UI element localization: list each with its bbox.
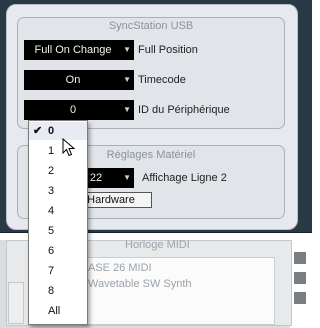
midi-device-item[interactable]: ASE 26 MIDI: [88, 262, 152, 274]
chevron-down-icon: ▼: [123, 173, 131, 182]
menu-item-2[interactable]: 2: [29, 162, 87, 180]
chevron-down-icon: ▼: [123, 45, 131, 54]
menu-item-8[interactable]: 8: [29, 282, 87, 300]
full-position-label: Full Position: [138, 44, 198, 56]
chevron-down-icon: ▼: [123, 75, 131, 84]
device-id-value: 0: [69, 104, 77, 116]
timecode-select[interactable]: On ▼: [24, 70, 134, 90]
window-square-button[interactable]: [294, 272, 306, 284]
window-square-button[interactable]: [294, 292, 306, 304]
midi-clock-title: Horloge MIDI: [125, 239, 190, 251]
midi-device-list[interactable]: ASE 26 MIDI Wavetable SW Synth: [77, 257, 275, 325]
menu-item-0[interactable]: ✔ 0: [29, 122, 87, 140]
mouse-pointer-icon: [62, 138, 76, 157]
full-position-value: Full On Change: [34, 44, 112, 56]
display-line2-label: Affichage Ligne 2: [142, 172, 227, 184]
full-position-select[interactable]: Full On Change ▼: [24, 40, 134, 60]
timecode-value: On: [65, 74, 81, 86]
menu-item-7[interactable]: 7: [29, 262, 87, 280]
menu-item-6[interactable]: 6: [29, 242, 87, 260]
syncstation-group: SyncStation USB Full On Change ▼ Full Po…: [17, 17, 285, 129]
menu-item-4[interactable]: 4: [29, 202, 87, 220]
background-field: [8, 282, 24, 324]
syncstation-title: SyncStation USB: [108, 20, 194, 32]
menu-item-3[interactable]: 3: [29, 182, 87, 200]
midi-device-item[interactable]: Wavetable SW Synth: [88, 278, 192, 290]
device-id-menu[interactable]: ✔ 0 1 2 3 4 5 6 7 8 All: [28, 120, 88, 325]
display-line2-value: 22: [89, 172, 103, 184]
device-id-select[interactable]: 0 ▼: [24, 100, 134, 120]
chevron-down-icon: ▼: [123, 105, 131, 114]
menu-item-all[interactable]: All: [29, 302, 87, 320]
checkmark-icon: ✔: [33, 125, 43, 137]
window-square-button[interactable]: [294, 252, 306, 264]
menu-item-5[interactable]: 5: [29, 222, 87, 240]
timecode-label: Timecode: [138, 74, 186, 86]
menu-item-1[interactable]: 1: [29, 142, 87, 160]
device-id-label: ID du Périphérique: [138, 104, 230, 116]
